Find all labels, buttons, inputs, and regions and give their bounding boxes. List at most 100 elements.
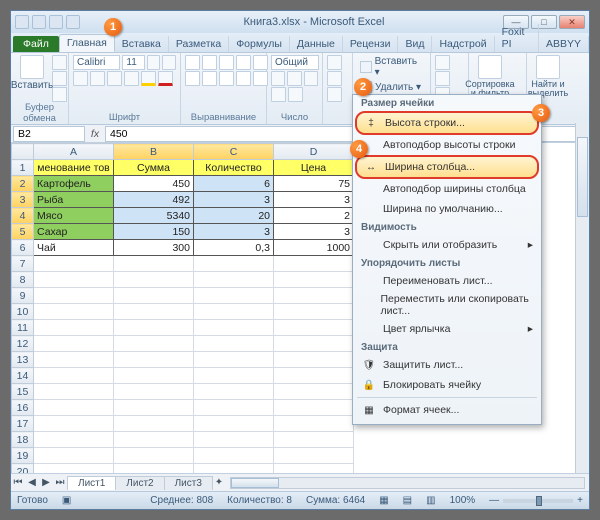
cell[interactable]: [194, 304, 274, 320]
menu-autofit-col[interactable]: Автоподбор ширины столбца: [355, 179, 539, 199]
cell[interactable]: [114, 432, 194, 448]
qat-save-icon[interactable]: [15, 15, 29, 29]
sheet-nav-last-icon[interactable]: ⏭: [53, 477, 67, 488]
cell[interactable]: 492: [114, 192, 194, 208]
cell[interactable]: [34, 256, 114, 272]
cell-styles-icon[interactable]: [327, 87, 342, 102]
fill-color-icon[interactable]: [141, 71, 156, 86]
tab-addins[interactable]: Надстрой: [432, 36, 494, 52]
shrink-font-icon[interactable]: [162, 55, 176, 70]
cell[interactable]: 3: [194, 224, 274, 240]
tab-file[interactable]: Файл: [13, 36, 59, 52]
autosum-icon[interactable]: [435, 55, 450, 70]
cell[interactable]: [34, 400, 114, 416]
cell[interactable]: [194, 352, 274, 368]
tab-insert[interactable]: Вставка: [115, 36, 169, 52]
cell[interactable]: [34, 336, 114, 352]
cell[interactable]: 3: [274, 192, 354, 208]
align-bottom-icon[interactable]: [219, 55, 234, 70]
cell[interactable]: 1000: [274, 240, 354, 256]
zoom-slider[interactable]: —+: [489, 495, 583, 506]
cell[interactable]: Цена: [274, 160, 354, 176]
font-size-select[interactable]: 11: [122, 55, 144, 70]
underline-icon[interactable]: [107, 71, 122, 86]
menu-protect-sheet[interactable]: 🛡Защитить лист...: [355, 355, 539, 375]
cell[interactable]: [34, 448, 114, 464]
tab-formulas[interactable]: Формулы: [229, 36, 290, 52]
view-break-icon[interactable]: ▥: [426, 495, 435, 506]
menu-col-width[interactable]: ↔Ширина столбца...: [355, 155, 539, 179]
row-header[interactable]: 6: [12, 240, 34, 256]
row-header[interactable]: 15: [12, 384, 34, 400]
cell[interactable]: [114, 448, 194, 464]
cell[interactable]: [34, 368, 114, 384]
col-header-B[interactable]: B: [114, 144, 194, 160]
cell[interactable]: [274, 288, 354, 304]
border-icon[interactable]: [124, 71, 139, 86]
view-normal-icon[interactable]: ▦: [379, 495, 388, 506]
tab-foxit[interactable]: Foxit PI: [495, 24, 539, 52]
tab-abbyy[interactable]: ABBYY: [539, 36, 589, 52]
cell[interactable]: 0,3: [194, 240, 274, 256]
cell[interactable]: [274, 256, 354, 272]
fx-icon[interactable]: fx: [87, 128, 103, 140]
wrap-text-icon[interactable]: [253, 55, 268, 70]
font-color-icon[interactable]: [158, 71, 173, 86]
cell[interactable]: [194, 400, 274, 416]
cell[interactable]: [114, 272, 194, 288]
cell[interactable]: [274, 448, 354, 464]
align-left-icon[interactable]: [185, 71, 200, 86]
row-header[interactable]: 13: [12, 352, 34, 368]
hscrollbar[interactable]: [230, 477, 585, 489]
inc-decimal-icon[interactable]: [271, 87, 286, 102]
cell[interactable]: Чай: [34, 240, 114, 256]
cell[interactable]: [274, 432, 354, 448]
menu-format-cells[interactable]: ▦Формат ячеек...: [355, 400, 539, 420]
menu-tab-color[interactable]: Цвет ярлычка▸: [355, 319, 539, 339]
cell[interactable]: [194, 368, 274, 384]
cell[interactable]: [114, 336, 194, 352]
cell[interactable]: [34, 384, 114, 400]
cell[interactable]: 150: [114, 224, 194, 240]
row-header[interactable]: 14: [12, 368, 34, 384]
menu-hide-show[interactable]: Скрыть или отобразить▸: [355, 235, 539, 255]
cell[interactable]: [274, 336, 354, 352]
close-button[interactable]: ✕: [559, 15, 585, 29]
new-sheet-icon[interactable]: ✦: [212, 477, 226, 488]
sheet-tab-3[interactable]: Лист3: [164, 476, 213, 490]
sheet-tab-1[interactable]: Лист1: [67, 476, 116, 490]
row-header[interactable]: 4: [12, 208, 34, 224]
cell[interactable]: [114, 400, 194, 416]
table-format-icon[interactable]: [327, 71, 342, 86]
tab-home[interactable]: Главная: [59, 34, 115, 52]
sort-filter-button[interactable]: Сортировка и фильтр: [473, 55, 507, 98]
cond-format-icon[interactable]: [327, 55, 342, 70]
cell[interactable]: [274, 416, 354, 432]
align-right-icon[interactable]: [219, 71, 234, 86]
number-format-select[interactable]: Общий: [271, 55, 319, 70]
row-header[interactable]: 17: [12, 416, 34, 432]
cell[interactable]: [114, 368, 194, 384]
hscroll-thumb[interactable]: [231, 478, 279, 488]
cell[interactable]: [34, 288, 114, 304]
row-header[interactable]: 18: [12, 432, 34, 448]
cell[interactable]: [34, 352, 114, 368]
cell[interactable]: [274, 464, 354, 474]
cell[interactable]: Картофель: [34, 176, 114, 192]
dec-decimal-icon[interactable]: [288, 87, 303, 102]
cell[interactable]: 2: [274, 208, 354, 224]
menu-autofit-row[interactable]: Автоподбор высоты строки: [355, 135, 539, 155]
sheet-nav-prev-icon[interactable]: ◀: [25, 477, 39, 488]
cell[interactable]: Количество: [194, 160, 274, 176]
tab-review[interactable]: Рецензи: [343, 36, 399, 52]
paste-button[interactable]: Вставить: [15, 55, 49, 91]
tab-layout[interactable]: Разметка: [169, 36, 229, 52]
fill-icon[interactable]: [435, 71, 450, 86]
align-middle-icon[interactable]: [202, 55, 217, 70]
cell[interactable]: [34, 304, 114, 320]
row-header[interactable]: 20: [12, 464, 34, 474]
qat-redo-icon[interactable]: [49, 15, 63, 29]
copy-icon[interactable]: [52, 71, 67, 86]
grow-font-icon[interactable]: [147, 55, 161, 70]
cell[interactable]: [34, 432, 114, 448]
